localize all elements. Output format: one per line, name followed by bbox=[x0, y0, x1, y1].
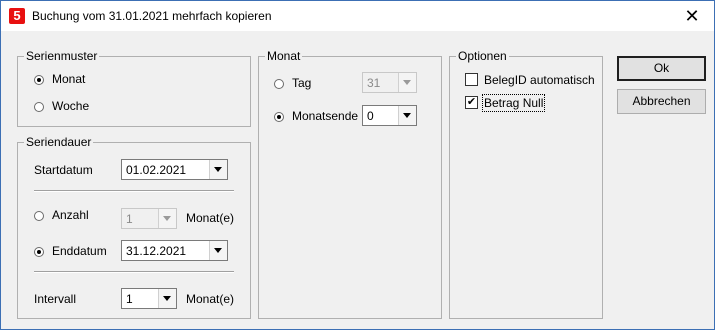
betrag-label: Betrag Null bbox=[481, 94, 546, 112]
radio-enddatum-label: Enddatum bbox=[52, 244, 107, 258]
intervall-unit: Monat(e) bbox=[186, 292, 235, 306]
divider bbox=[34, 271, 234, 273]
radio-tag[interactable] bbox=[274, 79, 284, 89]
radio-tag-label: Tag bbox=[292, 76, 312, 90]
checkmark-icon: ✔ bbox=[466, 96, 477, 108]
window-title: Buchung vom 31.01.2021 mehrfach kopieren bbox=[32, 9, 272, 23]
monat-legend: Monat bbox=[267, 49, 301, 63]
chevron-down-icon[interactable] bbox=[209, 241, 227, 260]
chevron-down-icon[interactable] bbox=[158, 209, 176, 228]
radio-monat[interactable] bbox=[34, 75, 44, 85]
startdatum-value: 01.02.2021 bbox=[126, 163, 187, 177]
betrag-checkbox[interactable]: ✔ bbox=[465, 96, 478, 109]
belegid-checkbox[interactable] bbox=[465, 73, 478, 86]
ok-button[interactable]: Ok bbox=[617, 56, 706, 81]
belegid-label: BelegID automatisch bbox=[484, 73, 595, 87]
chevron-down-icon[interactable] bbox=[158, 289, 176, 308]
serienmuster-legend: Serienmuster bbox=[26, 49, 98, 63]
divider bbox=[34, 190, 234, 192]
radio-enddatum[interactable] bbox=[34, 247, 44, 257]
optionen-group: Optionen bbox=[449, 49, 603, 319]
anzahl-unit: Monat(e) bbox=[186, 211, 235, 225]
chevron-down-icon[interactable] bbox=[398, 73, 416, 92]
radio-anzahl-label: Anzahl bbox=[52, 208, 89, 222]
chevron-down-icon[interactable] bbox=[209, 160, 227, 179]
enddatum-value: 31.12.2021 bbox=[126, 244, 187, 258]
abbrechen-button[interactable]: Abbrechen bbox=[617, 89, 706, 114]
optionen-legend: Optionen bbox=[458, 49, 507, 63]
intervall-label: Intervall bbox=[34, 292, 77, 306]
tag-dropdown[interactable]: 31 bbox=[362, 72, 417, 93]
dialog-window: 5 Buchung vom 31.01.2021 mehrfach kopier… bbox=[0, 0, 715, 330]
radio-woche[interactable] bbox=[34, 102, 44, 112]
chevron-down-icon[interactable] bbox=[398, 106, 416, 125]
radio-monatsende-label: Monatsende bbox=[292, 109, 359, 123]
radio-anzahl[interactable] bbox=[34, 211, 44, 221]
seriendauer-legend: Seriendauer bbox=[26, 135, 92, 149]
close-icon[interactable]: ✕ bbox=[670, 1, 714, 31]
radio-monat-label: Monat bbox=[52, 72, 86, 86]
anzahl-value: 1 bbox=[126, 212, 133, 226]
startdatum-dropdown[interactable]: 01.02.2021 bbox=[121, 159, 228, 180]
radio-monatsende[interactable] bbox=[274, 112, 284, 122]
tag-value: 31 bbox=[367, 76, 381, 90]
enddatum-dropdown[interactable]: 31.12.2021 bbox=[121, 240, 228, 261]
anzahl-dropdown[interactable]: 1 bbox=[121, 208, 177, 229]
title-bar[interactable]: 5 Buchung vom 31.01.2021 mehrfach kopier… bbox=[1, 1, 714, 31]
startdatum-label: Startdatum bbox=[34, 163, 93, 177]
serienmuster-group: Serienmuster bbox=[17, 49, 251, 127]
intervall-value: 1 bbox=[126, 292, 133, 306]
app-icon: 5 bbox=[9, 8, 25, 24]
monatsende-value: 0 bbox=[367, 109, 374, 123]
intervall-dropdown[interactable]: 1 bbox=[121, 288, 177, 309]
monatsende-dropdown[interactable]: 0 bbox=[362, 105, 417, 126]
radio-woche-label: Woche bbox=[52, 99, 90, 113]
